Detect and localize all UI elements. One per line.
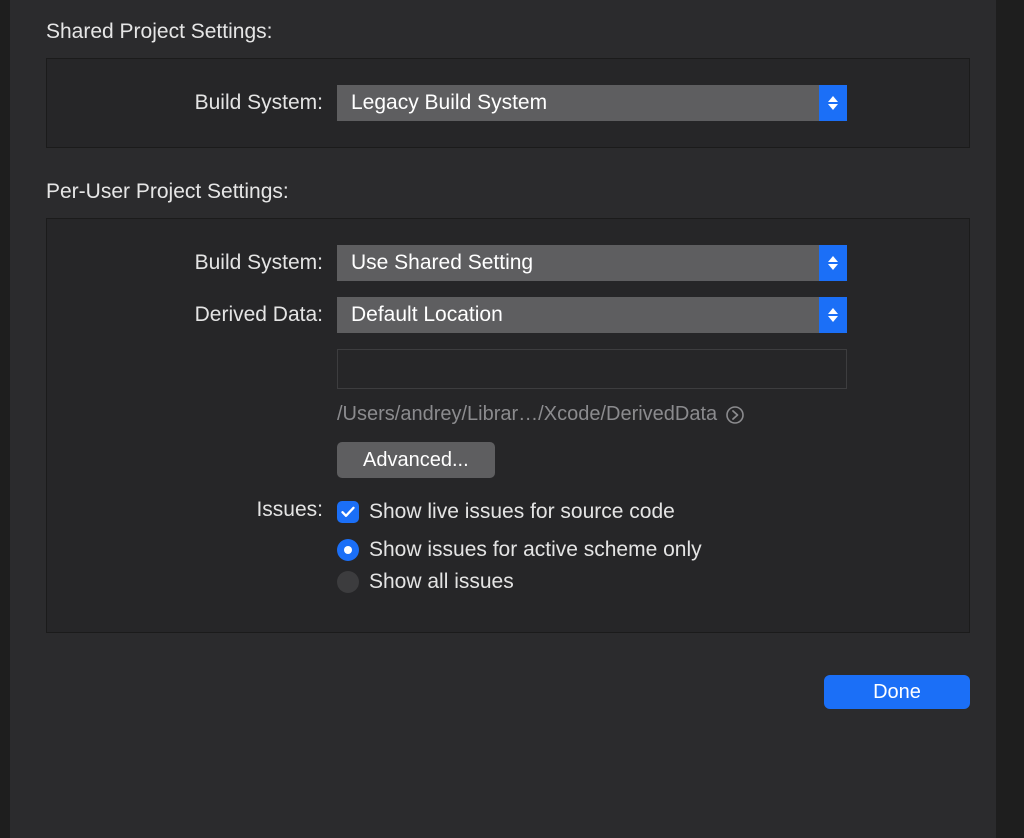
updown-caret-icon [819, 297, 847, 333]
live-issues-checkbox-row[interactable]: Show live issues for source code [337, 500, 949, 524]
footer-row: Done [10, 665, 996, 709]
derived-data-row: Derived Data: Default Location [57, 297, 949, 333]
advanced-row: Advanced... [57, 442, 949, 478]
shared-build-system-popup[interactable]: Legacy Build System [337, 85, 847, 121]
live-issues-checkbox[interactable] [337, 501, 359, 523]
derived-data-custom-path-input [337, 349, 847, 389]
issues-row: Issues: Show live issues for source code… [57, 498, 949, 602]
derived-data-custom-path-row: /Users/andrey/Librar…/Xcode/DerivedData [57, 349, 949, 426]
active-scheme-radio-row[interactable]: Show issues for active scheme only [337, 538, 949, 562]
all-issues-radio[interactable] [337, 571, 359, 593]
updown-caret-icon [819, 245, 847, 281]
derived-data-path: /Users/andrey/Librar…/Xcode/DerivedData [337, 403, 949, 426]
shared-build-system-value: Legacy Build System [337, 85, 547, 121]
project-settings-sheet: Shared Project Settings: Build System: L… [10, 0, 996, 838]
updown-caret-icon [819, 85, 847, 121]
per-user-settings-box: Build System: Use Shared Setting Derived… [46, 218, 970, 633]
shared-build-system-label: Build System: [57, 91, 337, 115]
shared-settings-title: Shared Project Settings: [46, 20, 996, 44]
shared-build-system-row: Build System: Legacy Build System [57, 85, 949, 121]
per-user-build-system-label: Build System: [57, 251, 337, 275]
shared-settings-box: Build System: Legacy Build System [46, 58, 970, 148]
derived-data-label: Derived Data: [57, 303, 337, 327]
active-scheme-radio[interactable] [337, 539, 359, 561]
checkmark-icon [341, 506, 355, 518]
per-user-settings-title: Per-User Project Settings: [46, 180, 996, 204]
all-issues-radio-label: Show all issues [369, 570, 514, 594]
all-issues-radio-row[interactable]: Show all issues [337, 570, 949, 594]
derived-data-path-text: /Users/andrey/Librar…/Xcode/DerivedData [337, 403, 717, 426]
done-button[interactable]: Done [824, 675, 970, 709]
advanced-button[interactable]: Advanced... [337, 442, 495, 478]
reveal-in-finder-icon[interactable] [725, 405, 745, 425]
derived-data-value: Default Location [337, 297, 503, 333]
per-user-build-system-row: Build System: Use Shared Setting [57, 245, 949, 281]
issues-label: Issues: [57, 498, 337, 522]
live-issues-checkbox-label: Show live issues for source code [369, 500, 675, 524]
per-user-build-system-popup[interactable]: Use Shared Setting [337, 245, 847, 281]
derived-data-popup[interactable]: Default Location [337, 297, 847, 333]
active-scheme-radio-label: Show issues for active scheme only [369, 538, 702, 562]
per-user-build-system-value: Use Shared Setting [337, 245, 533, 281]
